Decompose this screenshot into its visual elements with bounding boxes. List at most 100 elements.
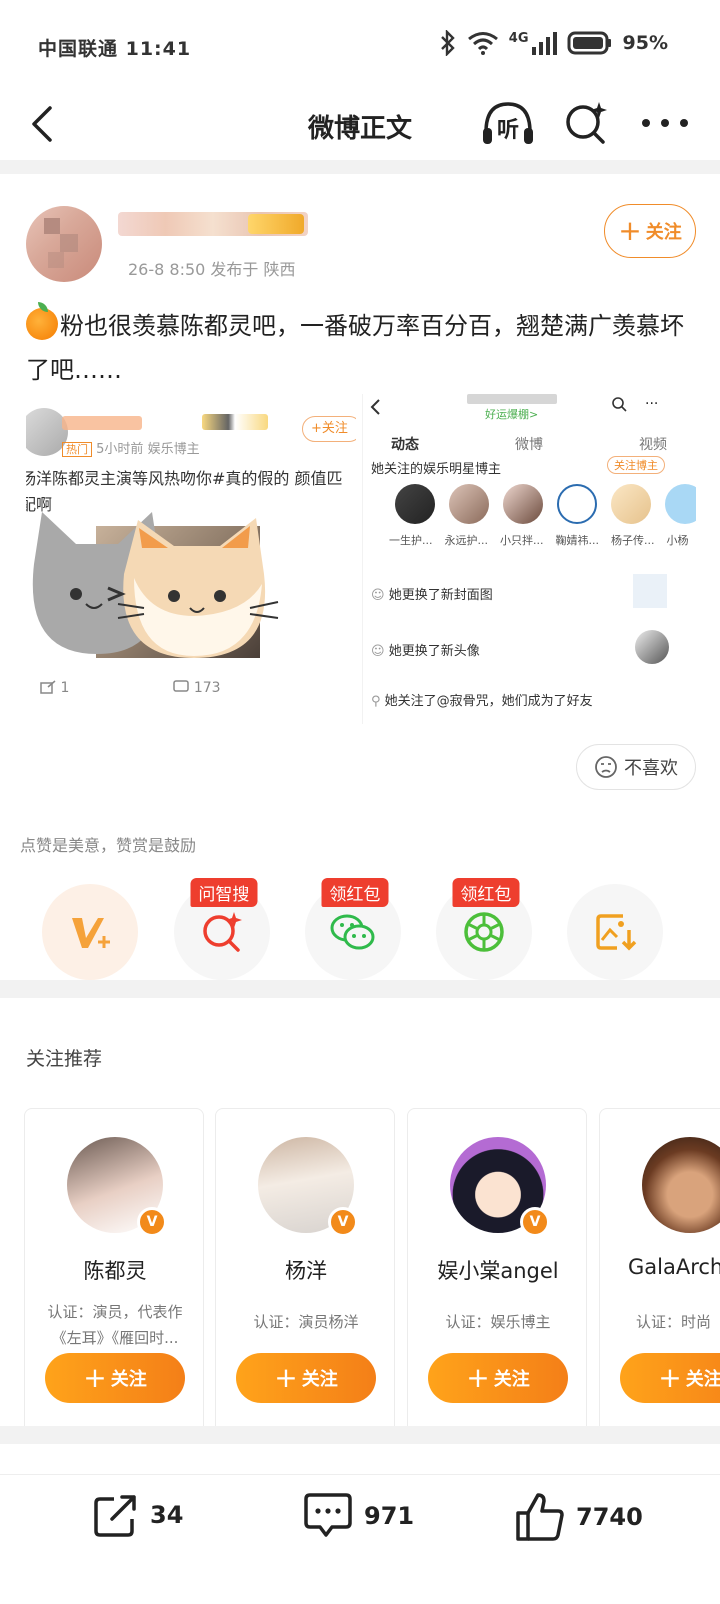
verified-icon: V bbox=[520, 1207, 550, 1237]
comment-icon bbox=[173, 680, 190, 692]
divider bbox=[0, 1426, 720, 1444]
recommend-row: V 陈都灵 认证：演员，代表作《左耳》《雁回时... + 关注 V 杨洋 认证：演… bbox=[24, 1108, 720, 1438]
recommend-name[interactable]: 杨洋 bbox=[216, 1255, 396, 1285]
ai-search-icon bbox=[203, 912, 242, 952]
embedded-event-3: ⚲ 她关注了@寂骨咒，她们成为了好友 bbox=[371, 690, 593, 709]
embedded-meta: 热门 5小时前 娱乐博主 bbox=[62, 438, 200, 457]
member-badge bbox=[248, 214, 304, 234]
comment-count: 971 bbox=[364, 1502, 415, 1530]
embedded-avatar-name: 一生护... bbox=[389, 534, 433, 547]
ai-search-button[interactable]: 问智搜 bbox=[174, 878, 270, 980]
embedded-event-1: ☺ 她更换了新封面图 bbox=[371, 584, 493, 603]
recommend-follow-button[interactable]: + 关注 bbox=[236, 1353, 376, 1403]
wechat-share-button[interactable]: 领红包 bbox=[305, 878, 401, 980]
dislike-label: 不喜欢 bbox=[624, 758, 678, 779]
embedded-follow-line-text: 她关注的娱乐明星博主 bbox=[371, 462, 502, 477]
recommend-name[interactable]: 陈都灵 bbox=[25, 1255, 205, 1285]
like-count: 7740 bbox=[576, 1503, 643, 1531]
listen-button[interactable]: 听 bbox=[480, 98, 536, 150]
follow-label: 关注 bbox=[685, 1369, 720, 1390]
recommend-follow-button[interactable]: + 关注 bbox=[620, 1353, 720, 1403]
recommend-card[interactable]: GalaArch 认证：时尚 + 关注 bbox=[599, 1108, 720, 1436]
embedded-repost-count: 1 bbox=[60, 680, 70, 696]
embedded-avatar-row: 一生护... 永远护... 小只拌... 鞠婧祎... 杨子传... 小杨 bbox=[389, 484, 696, 554]
avatar[interactable] bbox=[642, 1137, 720, 1233]
embedded-repost: 1 bbox=[40, 680, 69, 696]
follow-button[interactable]: + 关注 bbox=[604, 204, 696, 258]
like-button[interactable]: 7740 bbox=[514, 1491, 643, 1543]
divider bbox=[0, 160, 720, 174]
recommend-cert: 认证：演员杨洋 bbox=[253, 1313, 359, 1331]
post-header: 26-8 8:50 发布于 陕西 + 关注 bbox=[0, 190, 720, 290]
embedded-avatar-name: 杨子传... bbox=[611, 534, 655, 547]
embedded-event-avatar bbox=[635, 630, 669, 664]
repost-button[interactable]: 34 bbox=[92, 1491, 183, 1539]
embedded-search-icon bbox=[612, 397, 627, 412]
wifi-icon bbox=[467, 32, 498, 55]
plus-icon: + bbox=[83, 1361, 107, 1394]
divider bbox=[0, 980, 720, 998]
repost-icon bbox=[94, 1495, 136, 1537]
more-icon[interactable] bbox=[640, 114, 690, 132]
post-image-1[interactable]: +关注 热门 5小时前 娱乐博主 杨洋陈都灵主演等风热吻你#真的假的 颜值匹配啊… bbox=[26, 394, 356, 724]
recommend-name[interactable]: 娱小棠angel bbox=[408, 1255, 588, 1285]
comment-button[interactable]: 971 bbox=[302, 1491, 414, 1541]
comment-icon bbox=[304, 1493, 352, 1537]
plus-icon: + bbox=[618, 214, 642, 247]
recommend-cert: 认证：演员，代表作《左耳》《雁回时... bbox=[47, 1303, 183, 1347]
ai-search-icon[interactable] bbox=[563, 100, 609, 146]
cat-sticker bbox=[32, 512, 279, 658]
unhappy-face-icon bbox=[595, 756, 617, 778]
signal-icon bbox=[531, 32, 557, 55]
reward-button[interactable] bbox=[42, 884, 138, 980]
embedded-avatar-6 bbox=[665, 484, 696, 524]
plus-icon: + bbox=[466, 1361, 490, 1394]
moments-share-button[interactable]: 领红包 bbox=[436, 878, 532, 980]
recommend-card[interactable]: V 陈都灵 认证：演员，代表作《左耳》《雁回时... + 关注 bbox=[24, 1108, 204, 1436]
recommend-follow-button[interactable]: + 关注 bbox=[428, 1353, 568, 1403]
plus-icon: + bbox=[658, 1361, 682, 1394]
battery-icon bbox=[567, 31, 611, 55]
embedded-avatar-4 bbox=[557, 484, 597, 524]
person-icon: ⚲ bbox=[371, 694, 381, 709]
recommend-follow-button[interactable]: + 关注 bbox=[45, 1353, 185, 1403]
embedded-avatar-2 bbox=[449, 484, 489, 524]
embedded-title-blur bbox=[467, 394, 557, 404]
embedded-name-blur bbox=[62, 416, 142, 430]
recommend-title: 关注推荐 bbox=[26, 1048, 103, 1070]
carrier-time: 中国联通 11:41 bbox=[38, 38, 192, 60]
battery-percent: 95% bbox=[622, 32, 668, 54]
embedded-avatar-names: 一生护... 永远护... 小只拌... 鞠婧祎... 杨子传... 小杨 bbox=[389, 532, 696, 548]
post-image-2[interactable]: 好运爆棚> ··· 动态 微博 视频 她关注的娱乐明星博主 关注博主 一生护..… bbox=[362, 394, 696, 724]
embedded-actions: 1 173 bbox=[40, 680, 221, 696]
embedded-avatar-name: 小杨 bbox=[666, 534, 689, 547]
recommend-card[interactable]: V 杨洋 认证：演员杨洋 + 关注 bbox=[215, 1108, 395, 1436]
save-image-icon bbox=[596, 914, 637, 951]
embedded-event-thumb bbox=[633, 574, 667, 608]
repost-icon bbox=[40, 680, 56, 694]
plus-icon: + bbox=[274, 1361, 298, 1394]
author-avatar[interactable] bbox=[26, 206, 102, 282]
bluetooth-icon bbox=[440, 30, 455, 56]
recommend-card[interactable]: V 娱小棠angel 认证：娱乐博主 + 关注 bbox=[407, 1108, 587, 1436]
embedded-tag: 热门 bbox=[62, 442, 92, 457]
listen-label: 听 bbox=[496, 118, 519, 143]
recommend-cert: 认证：娱乐博主 bbox=[445, 1313, 551, 1331]
nav-bar: 微博正文 听 bbox=[0, 90, 720, 160]
dislike-button[interactable]: 不喜欢 bbox=[576, 744, 696, 790]
moments-icon bbox=[464, 912, 504, 952]
embedded-tab-dongtai: 动态 bbox=[391, 437, 419, 453]
action-row: 问智搜 领红包 领红包 bbox=[0, 870, 720, 990]
recommend-name[interactable]: GalaArch bbox=[600, 1255, 720, 1279]
thumbs-up-icon bbox=[516, 1493, 564, 1541]
post-body: 粉也很羡慕陈都灵吧，一番破万率百分百，翘楚满广羡慕坏了吧…… bbox=[26, 312, 684, 384]
red-packet-badge: 领红包 bbox=[452, 878, 520, 907]
post-text: 粉也很羡慕陈都灵吧，一番破万率百分百，翘楚满广羡慕坏了吧…… bbox=[26, 302, 702, 392]
save-image-button[interactable] bbox=[567, 884, 663, 980]
embedded-follow: +关注 bbox=[302, 416, 356, 442]
embedded-event-text: 她更换了新封面图 bbox=[388, 588, 493, 603]
follow-label: 关注 bbox=[493, 1369, 530, 1390]
wechat-icon bbox=[330, 914, 375, 950]
recommend-cert: 认证：时尚 bbox=[636, 1313, 712, 1331]
embedded-avatar-1 bbox=[395, 484, 435, 524]
